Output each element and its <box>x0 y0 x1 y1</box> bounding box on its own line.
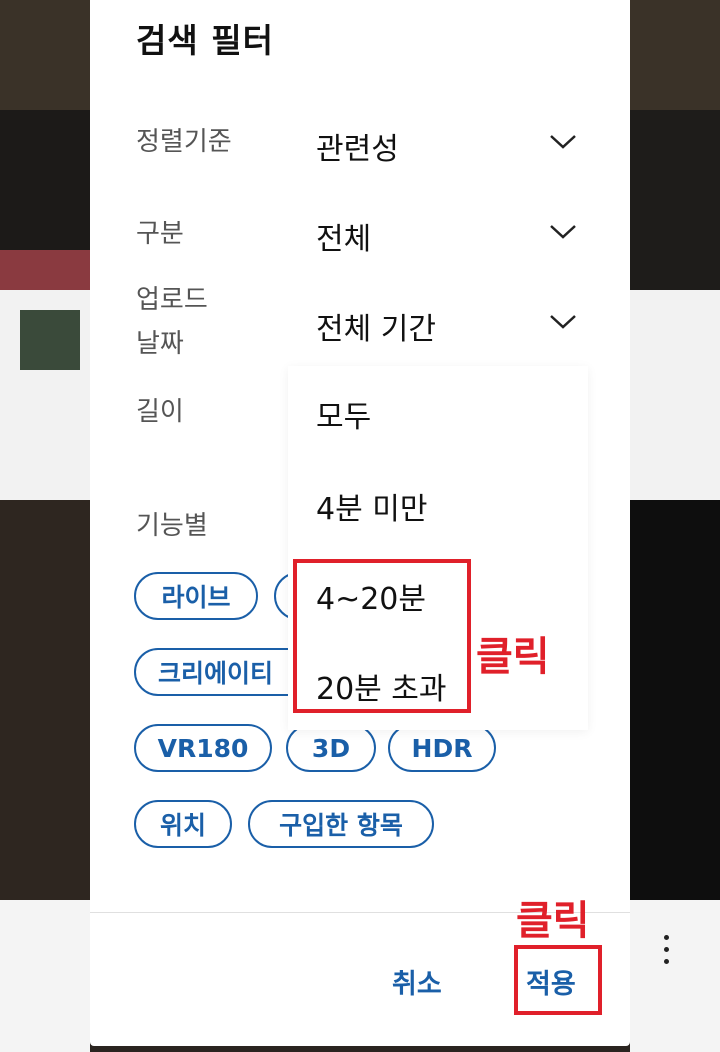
chevron-down-icon[interactable] <box>548 132 578 152</box>
dialog-title: 검색 필터 <box>136 21 274 60</box>
chip-creative-commons[interactable]: 크리에이티 <box>134 648 314 696</box>
type-label: 구분 <box>136 219 184 249</box>
cancel-button[interactable]: 취소 <box>392 962 442 1001</box>
more-vert-icon[interactable] <box>660 935 672 971</box>
chip-purchased[interactable]: 구입한 항목 <box>248 800 434 848</box>
chip-3d[interactable]: 3D <box>286 724 376 772</box>
type-value[interactable]: 전체 <box>316 214 371 258</box>
upload-date-value[interactable]: 전체 기간 <box>316 304 436 348</box>
annotation-highlight-box <box>293 559 471 713</box>
chip-location[interactable]: 위치 <box>134 800 232 848</box>
chevron-down-icon[interactable] <box>548 312 578 332</box>
chip-vr180[interactable]: VR180 <box>134 724 272 772</box>
upload-date-label-line1: 업로드 <box>136 285 208 315</box>
upload-date-label-line2: 날짜 <box>136 329 184 359</box>
chevron-down-icon[interactable] <box>548 222 578 242</box>
chip-hdr[interactable]: HDR <box>388 724 496 772</box>
sort-value[interactable]: 관련성 <box>316 124 399 168</box>
length-option-all[interactable]: 모두 <box>316 392 371 436</box>
annotation-highlight-box <box>514 945 602 1015</box>
features-label: 기능별 <box>136 511 208 541</box>
chip-live[interactable]: 라이브 <box>134 572 258 620</box>
length-option-under-4[interactable]: 4분 미만 <box>316 484 427 528</box>
annotation-click-label: 클릭 <box>516 898 590 944</box>
length-label: 길이 <box>136 397 184 427</box>
annotation-click-label: 클릭 <box>476 634 550 680</box>
sort-label: 정렬기준 <box>136 127 232 157</box>
